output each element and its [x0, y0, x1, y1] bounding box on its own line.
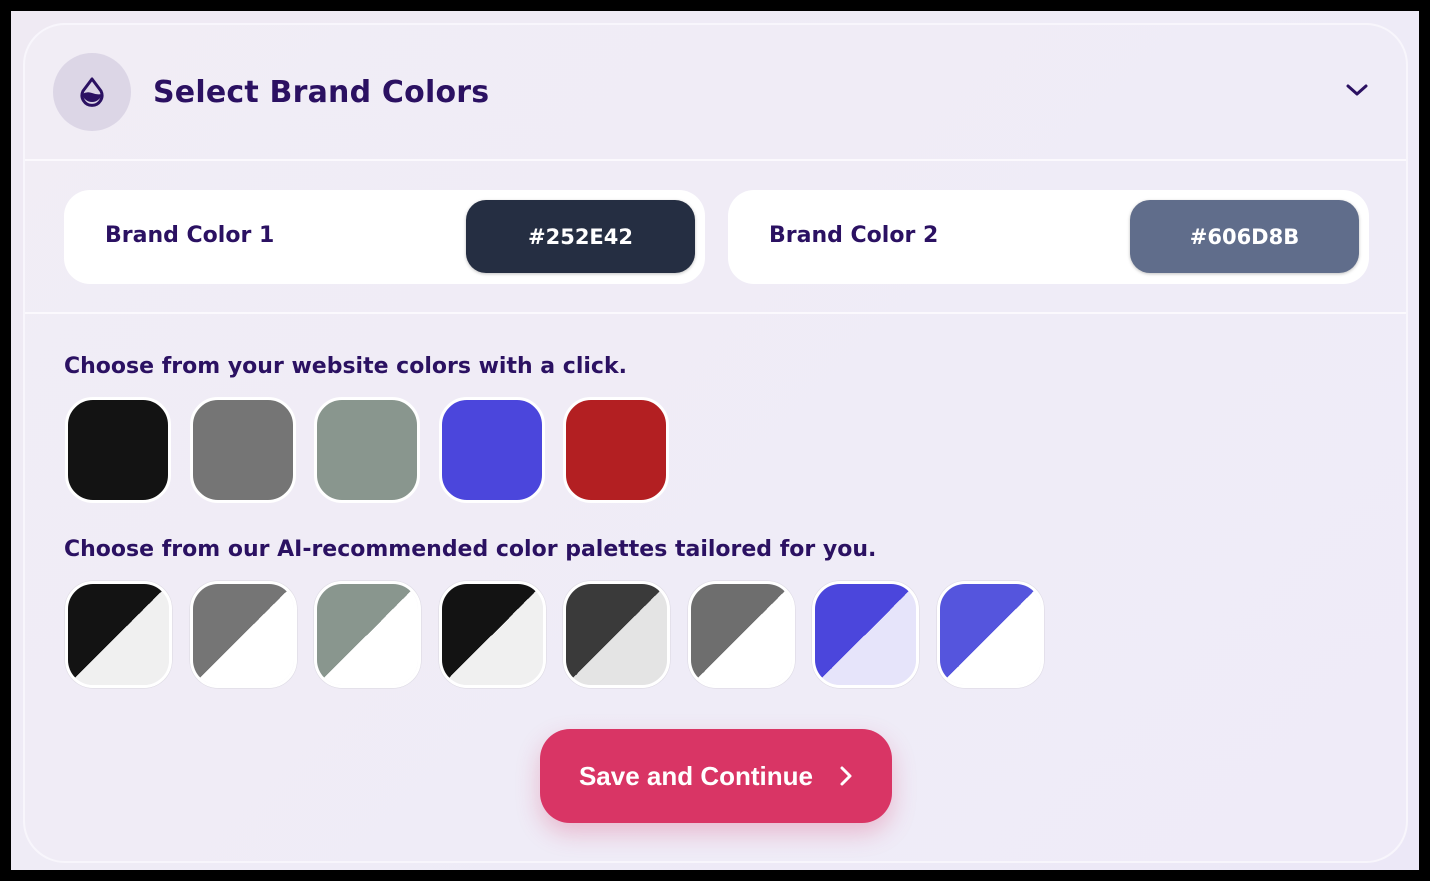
palette-split	[68, 584, 169, 685]
chevron-down-icon[interactable]	[1344, 80, 1370, 100]
website-color-swatch[interactable]	[65, 397, 171, 503]
ai-palette-swatch[interactable]	[438, 581, 546, 688]
page-title: Select Brand Colors	[153, 75, 490, 110]
palette-split	[690, 584, 792, 685]
palette-split	[317, 584, 418, 685]
brand-color-2-label: Brand Color 2	[769, 223, 939, 248]
save-button-label: Save and Continue	[578, 760, 814, 791]
chevron-right-icon	[840, 766, 852, 786]
palette-split	[939, 584, 1041, 685]
window-frame: Select Brand Colors Brand Color 1 #252E4…	[11, 11, 1419, 870]
water-drop-icon	[80, 77, 104, 107]
ai-palette-swatch[interactable]	[563, 581, 670, 688]
ai-palette-swatch[interactable]	[812, 581, 919, 688]
website-color-swatch[interactable]	[189, 397, 296, 503]
divider	[25, 312, 1406, 314]
ai-palette-swatch[interactable]	[65, 581, 172, 688]
brand-color-1-picker[interactable]: #252E42	[466, 200, 695, 273]
ai-palette-swatches	[65, 581, 1061, 688]
brand-color-1-label: Brand Color 1	[105, 223, 275, 248]
palette-split	[566, 584, 667, 685]
ai-palettes-label: Choose from our AI-recommended color pal…	[64, 537, 877, 562]
website-color-swatch[interactable]	[563, 397, 669, 503]
palette-split	[815, 584, 916, 685]
brand-colors-panel: Select Brand Colors Brand Color 1 #252E4…	[23, 23, 1408, 863]
palette-split	[192, 584, 294, 685]
website-color-swatches	[65, 397, 688, 503]
panel-header[interactable]: Select Brand Colors	[25, 25, 1406, 159]
ai-palette-swatch[interactable]	[936, 581, 1044, 688]
website-color-swatch[interactable]	[314, 397, 420, 503]
divider	[25, 159, 1406, 161]
save-and-continue-button[interactable]: Save and Continue	[540, 729, 892, 823]
brand-color-1-field: Brand Color 1 #252E42	[64, 190, 705, 284]
ai-palette-swatch[interactable]	[189, 581, 297, 688]
brand-color-2-picker[interactable]: #606D8B	[1130, 200, 1359, 273]
palette-split	[441, 584, 543, 685]
brand-color-2-field: Brand Color 2 #606D8B	[728, 190, 1369, 284]
website-colors-label: Choose from your website colors with a c…	[64, 354, 627, 379]
header-icon-badge	[53, 53, 131, 131]
ai-palette-swatch[interactable]	[687, 581, 795, 688]
website-color-swatch[interactable]	[438, 397, 545, 503]
ai-palette-swatch[interactable]	[314, 581, 421, 688]
